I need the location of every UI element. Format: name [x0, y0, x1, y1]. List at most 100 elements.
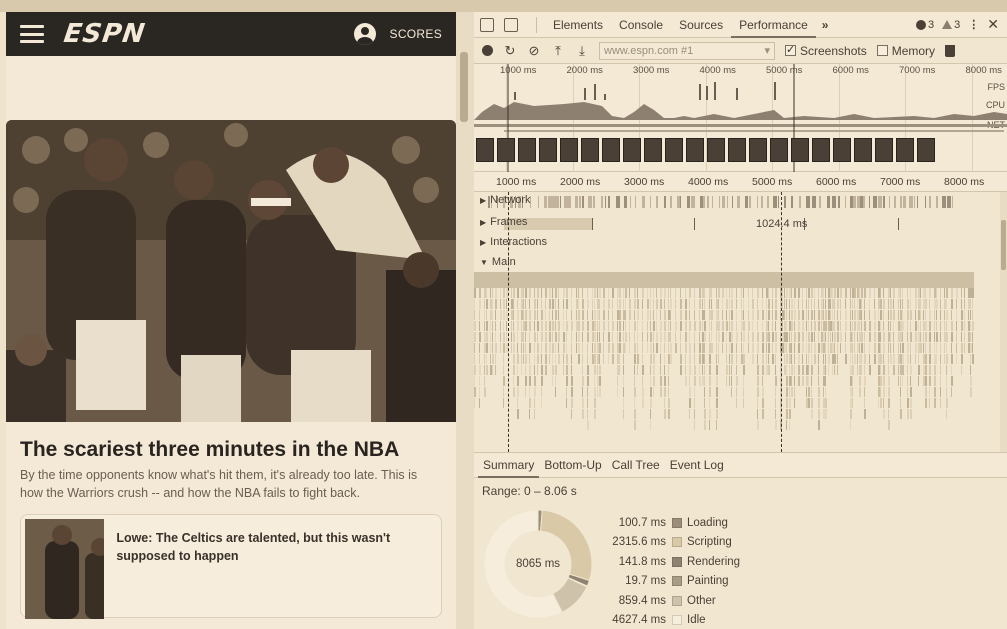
flame-slice[interactable]	[830, 288, 832, 298]
flame-slice[interactable]	[757, 343, 759, 353]
flame-slice[interactable]	[726, 310, 727, 320]
flame-slice[interactable]	[736, 365, 737, 375]
flame-slice[interactable]	[936, 343, 937, 353]
flame-slice[interactable]	[486, 310, 487, 320]
flame-slice[interactable]	[832, 365, 833, 375]
flame-slice[interactable]	[825, 376, 826, 386]
flame-slice[interactable]	[902, 332, 903, 342]
flame-slice[interactable]	[934, 398, 936, 408]
flame-slice[interactable]	[594, 299, 595, 309]
close-icon[interactable]: ✕	[987, 16, 999, 33]
flame-slice[interactable]	[664, 288, 666, 298]
flame-slice[interactable]	[852, 332, 853, 342]
flame-slice[interactable]	[484, 299, 485, 309]
flame-slice[interactable]	[869, 332, 871, 342]
flame-slice[interactable]	[617, 288, 619, 298]
flame-slice[interactable]	[888, 365, 889, 375]
flame-slice[interactable]	[934, 299, 936, 309]
flame-slice[interactable]	[617, 354, 619, 364]
flame-slice[interactable]	[883, 387, 885, 397]
flame-slice[interactable]	[880, 398, 882, 408]
network-request-bar[interactable]	[568, 196, 571, 208]
flame-slice[interactable]	[490, 354, 491, 364]
flame-slice[interactable]	[888, 343, 889, 353]
flame-slice[interactable]	[541, 288, 542, 298]
flame-slice[interactable]	[845, 288, 847, 298]
screenshot-frame[interactable]	[854, 138, 872, 162]
flame-slice[interactable]	[571, 332, 572, 342]
flame-slice[interactable]	[578, 310, 580, 320]
flame-slice[interactable]	[775, 299, 777, 309]
flame-slice[interactable]	[907, 387, 908, 397]
flame-slice[interactable]	[587, 409, 588, 419]
flame-slice[interactable]	[854, 310, 856, 320]
flame-slice[interactable]	[806, 321, 807, 331]
network-request-bar[interactable]	[778, 196, 779, 208]
flame-slice[interactable]	[699, 376, 701, 386]
flame-slice[interactable]	[660, 343, 661, 353]
network-request-bar[interactable]	[616, 196, 620, 208]
flame-slice[interactable]	[825, 332, 826, 342]
flame-slice[interactable]	[500, 310, 502, 320]
flame-slice[interactable]	[888, 288, 890, 298]
flame-slice[interactable]	[772, 354, 774, 364]
flame-slice[interactable]	[729, 343, 730, 353]
flame-slice[interactable]	[680, 288, 681, 298]
flame-slice[interactable]	[709, 420, 710, 430]
flame-slice[interactable]	[625, 343, 626, 353]
track-interactions[interactable]: ▶ Interactions	[480, 236, 547, 248]
flame-slice[interactable]	[802, 299, 803, 309]
flame-slice[interactable]	[525, 376, 527, 386]
flame-slice[interactable]	[685, 376, 687, 386]
flame-slice[interactable]	[647, 299, 649, 309]
flame-slice[interactable]	[934, 288, 936, 298]
flame-slice[interactable]	[902, 343, 904, 353]
flame-slice[interactable]	[495, 299, 497, 309]
flame-slice[interactable]	[731, 343, 733, 353]
flame-slice[interactable]	[702, 343, 704, 353]
flame-slice[interactable]	[834, 332, 836, 342]
flame-slice[interactable]	[859, 343, 860, 353]
flame-slice[interactable]	[743, 288, 744, 298]
flame-slice[interactable]	[766, 299, 767, 309]
flame-slice[interactable]	[837, 288, 839, 298]
flame-slice[interactable]	[772, 332, 774, 342]
flame-slice[interactable]	[729, 310, 730, 320]
flame-slice[interactable]	[704, 365, 705, 375]
flame-slice[interactable]	[784, 321, 786, 331]
flame-slice[interactable]	[552, 332, 553, 342]
flame-slice[interactable]	[762, 354, 764, 364]
flame-slice[interactable]	[766, 343, 767, 353]
flame-slice[interactable]	[722, 332, 724, 342]
flame-slice[interactable]	[748, 321, 750, 331]
flame-slice[interactable]	[702, 332, 704, 342]
flame-slice[interactable]	[784, 343, 786, 353]
flame-slice[interactable]	[486, 354, 487, 364]
flame-slice[interactable]	[637, 310, 639, 320]
flame-slice[interactable]	[563, 365, 564, 375]
flame-slice[interactable]	[830, 310, 831, 320]
flame-slice[interactable]	[619, 343, 621, 353]
flame-slice[interactable]	[878, 387, 880, 397]
flame-slice[interactable]	[689, 398, 691, 408]
flame-slice[interactable]	[920, 343, 922, 353]
flame-slice[interactable]	[743, 387, 744, 397]
flame-slice[interactable]	[869, 343, 870, 353]
network-request-bar[interactable]	[832, 196, 836, 208]
flame-slice[interactable]	[511, 321, 512, 331]
flame-slice[interactable]	[718, 332, 720, 342]
flame-slice[interactable]	[716, 310, 718, 320]
flame-slice[interactable]	[951, 365, 952, 375]
flame-slice[interactable]	[702, 288, 704, 298]
network-request-bar[interactable]	[914, 196, 915, 208]
flame-slice[interactable]	[566, 343, 567, 353]
flame-slice[interactable]	[555, 365, 557, 375]
flame-slice[interactable]	[762, 288, 763, 298]
flame-slice[interactable]	[786, 398, 788, 408]
flame-slice[interactable]	[650, 321, 651, 331]
flame-slice[interactable]	[653, 321, 655, 331]
flame-slice[interactable]	[619, 299, 621, 309]
flame-slice[interactable]	[486, 321, 488, 331]
flame-slice[interactable]	[808, 387, 810, 397]
flame-slice[interactable]	[808, 332, 810, 342]
